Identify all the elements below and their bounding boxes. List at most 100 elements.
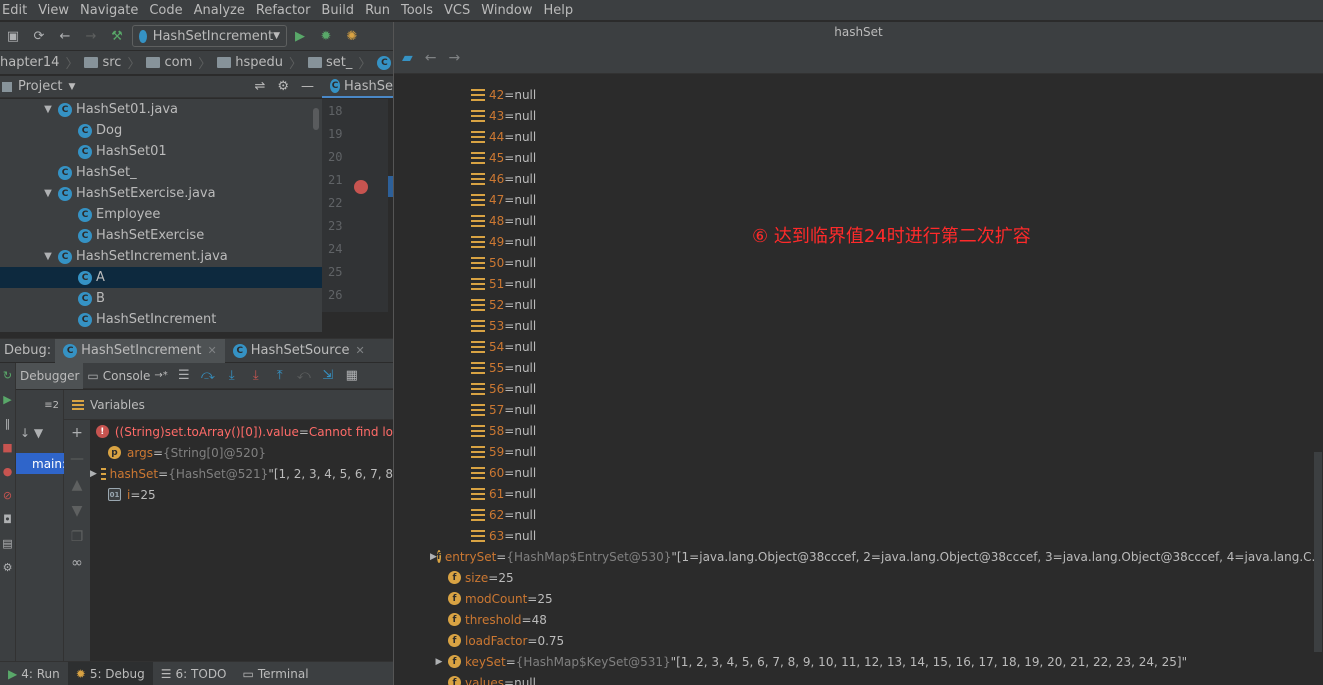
array-element-row[interactable]: 55 = null — [394, 357, 1323, 378]
save-icon[interactable]: ▣ — [4, 27, 22, 45]
menu-item[interactable]: Navigate — [80, 3, 138, 18]
minimize-icon[interactable]: — — [301, 79, 314, 94]
scrollbar[interactable] — [313, 108, 319, 130]
remove-watch-icon[interactable]: — — [64, 446, 90, 472]
breadcrumb-item[interactable]: src — [84, 55, 121, 70]
layout-icon[interactable]: ▤ — [0, 531, 15, 555]
add-watch-icon[interactable]: + — [64, 420, 90, 446]
array-element-row[interactable]: 54 = null — [394, 336, 1323, 357]
coverage-icon[interactable]: ✺ — [343, 27, 361, 45]
breadcrumb-item[interactable]: hspedu — [217, 55, 283, 70]
force-step-into-icon[interactable]: ⤓ — [247, 367, 265, 385]
field-row[interactable]: f values = null — [394, 672, 1323, 685]
mute-breakpoints-icon[interactable]: ⊘ — [0, 483, 15, 507]
todo-tool-button[interactable]: ☰ 6: TODO — [153, 662, 235, 685]
menu-item[interactable]: Refactor — [256, 3, 311, 18]
popup-title[interactable]: hashSet — [394, 22, 1323, 42]
drop-frame-icon[interactable]: ⤺ — [295, 367, 313, 385]
array-element-row[interactable]: 51 = null — [394, 273, 1323, 294]
field-row[interactable]: f modCount = 25 — [394, 588, 1323, 609]
expand-arrow-icon[interactable]: ▼ — [42, 251, 54, 262]
array-element-row[interactable]: 57 = null — [394, 399, 1323, 420]
run-to-cursor-icon[interactable]: ⇲ — [319, 367, 337, 385]
menu-item[interactable]: Run — [365, 3, 390, 18]
tree-item[interactable]: ▼ C HashSetIncrement.java — [0, 246, 322, 267]
rerun-icon[interactable]: ↻ — [0, 363, 15, 387]
array-element-row[interactable]: 62 = null — [394, 504, 1323, 525]
expand-arrow-icon[interactable]: ▶ — [90, 469, 97, 479]
array-element-row[interactable]: 60 = null — [394, 462, 1323, 483]
field-row[interactable]: f loadFactor = 0.75 — [394, 630, 1323, 651]
tree-item[interactable]: C HashSet01 — [0, 141, 322, 162]
field-row[interactable]: ▶ f keySet = {HashMap$KeySet@531} "[1, 2, … — [394, 651, 1323, 672]
move-down-icon[interactable]: ▼ — [64, 498, 90, 524]
tree-item[interactable]: ▼ C HashSet01.java — [0, 99, 322, 120]
variable-row[interactable]: p args = {String[0]@520} — [90, 442, 393, 463]
move-up-icon[interactable]: ▲ — [64, 472, 90, 498]
expand-arrow-icon[interactable]: ▶ — [430, 552, 437, 562]
gear-icon[interactable]: ⚙ — [277, 79, 289, 94]
menu-item[interactable]: Edit — [2, 3, 27, 18]
run-icon[interactable]: ▶ — [291, 27, 309, 45]
expand-arrow-icon[interactable]: ▼ — [42, 188, 54, 199]
back-icon[interactable]: ← — [425, 50, 437, 66]
menu-item[interactable]: Build — [321, 3, 354, 18]
tab-hashsetincrement[interactable]: C HashSetIncrement ✕ — [55, 338, 225, 363]
menu-item[interactable]: Help — [544, 3, 574, 18]
close-icon[interactable]: ✕ — [208, 344, 217, 357]
menu-item[interactable]: Tools — [401, 3, 433, 18]
run-tool-button[interactable]: ▶ 4: Run — [0, 662, 68, 685]
expand-arrow-icon[interactable]: ▼ — [42, 104, 54, 115]
editor-tab[interactable]: C HashSe — [322, 76, 393, 98]
scrollbar[interactable] — [1314, 452, 1322, 652]
breadcrumb-item[interactable]: hapter14 — [0, 55, 59, 70]
tree-item[interactable]: ▼ C HashSetExercise.java — [0, 183, 322, 204]
view-breakpoints-icon[interactable]: ● — [0, 459, 15, 483]
build-hammer-icon[interactable]: ⚒ — [108, 27, 126, 45]
variable-row[interactable]: 01 i = 25 — [90, 484, 393, 505]
tree-item[interactable]: CA — [0, 267, 322, 288]
menu-item[interactable]: Window — [481, 3, 532, 18]
field-row[interactable]: ▶ f entrySet = {HashMap$EntrySet@530} "[1=… — [394, 546, 1323, 567]
forward-icon[interactable]: → — [82, 27, 100, 45]
debug-tool-button[interactable]: ✹ 5: Debug — [67, 661, 153, 685]
tree-item[interactable]: C Dog — [0, 120, 322, 141]
terminal-tool-button[interactable]: ▭ Terminal — [235, 662, 317, 685]
debug-icon[interactable]: ✹ — [317, 27, 335, 45]
glasses-icon[interactable]: ∞ — [64, 550, 90, 576]
tab-console[interactable]: ▭ Console →* — [83, 363, 171, 389]
step-into-icon[interactable]: ⤓ — [223, 367, 241, 385]
breakpoint-icon[interactable] — [354, 180, 368, 194]
array-element-row[interactable]: 42 = null — [394, 84, 1323, 105]
array-element-row[interactable]: 44 = null — [394, 126, 1323, 147]
array-element-row[interactable]: 56 = null — [394, 378, 1323, 399]
show-execution-point-icon[interactable]: ☰ — [175, 367, 193, 385]
navigate-icon[interactable]: ▰ — [402, 50, 413, 66]
array-element-row[interactable]: 59 = null — [394, 441, 1323, 462]
breadcrumb-item[interactable]: set_ — [308, 55, 352, 70]
camera-icon[interactable]: ◘ — [0, 507, 15, 531]
tab-hashsetsource[interactable]: C HashSetSource ✕ — [225, 339, 373, 363]
array-element-row[interactable]: 47 = null — [394, 189, 1323, 210]
frame-item[interactable]: main: — [16, 453, 66, 474]
collapse-icon[interactable]: ⇌ — [254, 79, 265, 94]
evaluate-icon[interactable]: ▦ — [343, 367, 361, 385]
settings-icon[interactable]: ⚙ — [0, 555, 15, 579]
back-icon[interactable]: ← — [56, 27, 74, 45]
pause-icon[interactable]: ‖ — [0, 411, 15, 435]
field-row[interactable]: f size = 25 — [394, 567, 1323, 588]
array-element-row[interactable]: 45 = null — [394, 147, 1323, 168]
run-configuration-select[interactable]: HashSetIncrement ▼ — [132, 25, 287, 47]
step-out-icon[interactable]: ⤒ — [271, 367, 289, 385]
copy-icon[interactable]: ❐ — [64, 524, 90, 550]
tree-item[interactable]: C HashSetIncrement — [0, 309, 322, 330]
menu-item[interactable]: VCS — [444, 3, 470, 18]
project-title[interactable]: Project — [18, 79, 62, 94]
array-element-row[interactable]: 43 = null — [394, 105, 1323, 126]
array-element-row[interactable]: 58 = null — [394, 420, 1323, 441]
close-icon[interactable]: ✕ — [356, 344, 365, 357]
filter-icon[interactable]: ↓ ▼ — [16, 420, 63, 446]
array-element-row[interactable]: 52 = null — [394, 294, 1323, 315]
menu-item[interactable]: Analyze — [194, 3, 245, 18]
tree-item[interactable]: C HashSet_ — [0, 162, 322, 183]
